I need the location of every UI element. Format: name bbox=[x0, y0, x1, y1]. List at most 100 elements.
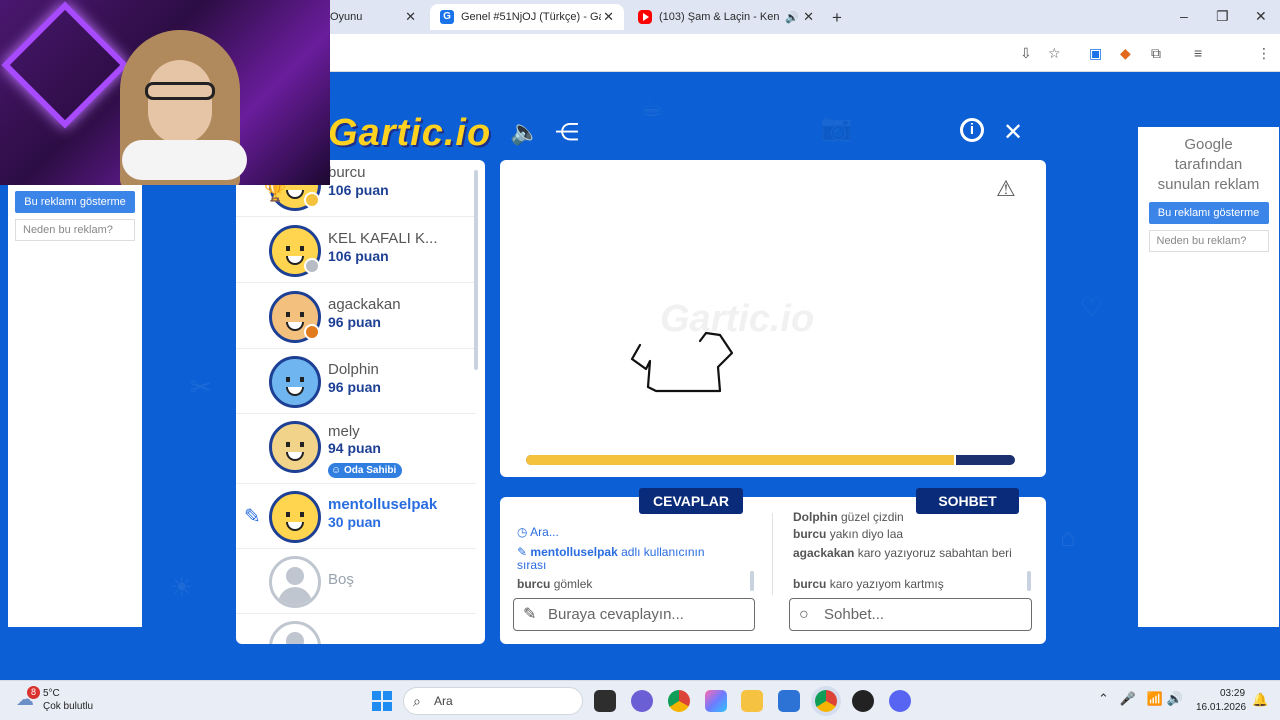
translate-icon[interactable]: ▣ bbox=[1089, 45, 1102, 62]
gartic-logo[interactable]: Gartic.io bbox=[328, 112, 491, 155]
player-name: mentolluselpak bbox=[328, 496, 438, 513]
media-control-icon[interactable]: ≡ bbox=[1194, 45, 1202, 61]
status-badge bbox=[304, 192, 320, 208]
close-tab-icon[interactable]: ✕ bbox=[603, 9, 614, 25]
clock-icon: ◷ bbox=[517, 525, 528, 539]
tab-answers[interactable]: CEVAPLAR bbox=[639, 488, 743, 514]
message-user: burcu bbox=[793, 577, 827, 591]
player-row[interactable]: Boş bbox=[236, 549, 476, 614]
close-window-button[interactable]: ✕ bbox=[1255, 8, 1267, 25]
message-text: Ara... bbox=[530, 525, 559, 539]
answer-message: burcu gömlek bbox=[517, 578, 592, 591]
answers-scrollbar[interactable] bbox=[750, 571, 754, 591]
maximize-button[interactable]: ❐ bbox=[1216, 8, 1229, 25]
player-score: 106 puan bbox=[328, 182, 389, 198]
start-button[interactable] bbox=[372, 691, 392, 711]
task-view-icon[interactable] bbox=[594, 690, 616, 712]
answer-input[interactable]: ✎ Buraya cevaplayın... bbox=[513, 598, 755, 631]
player-name: Boş bbox=[328, 571, 354, 588]
chat-message: Dolphin güzel çizdin bbox=[793, 511, 904, 524]
extension-fox-icon[interactable]: ◆ bbox=[1120, 45, 1131, 62]
report-warning-icon[interactable]: ⚠ bbox=[996, 176, 1016, 202]
pencil-icon: ✎ bbox=[244, 506, 261, 528]
windows-taskbar: ☁ 8 5°C Çok bulutlu ⌕ Ara ⌃ 🎤 📶 🔊 03:29 … bbox=[0, 680, 1280, 720]
trophy-icon: 🏆 bbox=[264, 182, 287, 202]
sound-icon[interactable]: 🔈 bbox=[510, 118, 540, 147]
why-ad-button[interactable]: Neden bu reklam? bbox=[1148, 230, 1269, 252]
player-score: 96 puan bbox=[328, 314, 381, 330]
player-list-scrollbar[interactable] bbox=[474, 170, 478, 370]
answer-message: ✎ mentolluselpak adlı kullanıcının sıras… bbox=[517, 546, 727, 572]
ad-provider-line: sunulan reklam bbox=[1157, 176, 1260, 193]
ad-panel-left: Bu reklamı gösterme Neden bu reklam? bbox=[8, 184, 142, 627]
player-score: 30 puan bbox=[328, 514, 381, 530]
weather-notification-badge: 8 bbox=[27, 686, 40, 699]
tab-chat[interactable]: SOHBET bbox=[916, 488, 1019, 514]
close-icon[interactable]: ✕ bbox=[1003, 118, 1023, 147]
info-icon[interactable]: i bbox=[960, 118, 984, 142]
close-tab-icon[interactable]: ✕ bbox=[803, 9, 814, 25]
weather-temp[interactable]: 5°C bbox=[43, 688, 60, 699]
badge-label: Oda Sahibi bbox=[344, 465, 397, 476]
player-row[interactable]: mely 94 puan ☺ Oda Sahibi bbox=[236, 414, 476, 484]
taskbar-search[interactable]: ⌕ Ara bbox=[403, 687, 583, 715]
player-row[interactable] bbox=[236, 614, 476, 644]
youtube-favicon-icon bbox=[638, 10, 652, 24]
player-row[interactable]: ✎ mentolluselpak 30 puan bbox=[236, 484, 476, 549]
hide-ad-button[interactable]: Bu reklamı gösterme bbox=[1148, 202, 1269, 224]
chrome-icon[interactable] bbox=[668, 690, 690, 712]
install-app-icon[interactable]: ⇩ bbox=[1020, 45, 1032, 62]
chat-message: agackakan karo yazıyoruz sabahtan beri bbox=[793, 547, 1018, 560]
message-text: gömlek bbox=[553, 577, 593, 591]
notification-bell-icon[interactable]: 🔔 bbox=[1252, 692, 1268, 708]
teams-icon[interactable] bbox=[631, 690, 653, 712]
message-text: karo yazıyom kartmış bbox=[829, 577, 944, 591]
new-tab-button[interactable]: + bbox=[832, 8, 842, 28]
avatar bbox=[269, 356, 321, 408]
avatar bbox=[269, 421, 321, 473]
background-doodle-icon: ☀ bbox=[170, 572, 194, 602]
player-row[interactable]: agackakan 96 puan bbox=[236, 284, 476, 349]
close-tab-icon[interactable]: ✕ bbox=[405, 9, 416, 25]
chat-input[interactable]: ○ Sohbet... bbox=[789, 598, 1032, 631]
player-row[interactable]: Dolphin 96 puan bbox=[236, 349, 476, 414]
chat-scrollbar[interactable] bbox=[1027, 571, 1031, 591]
minimize-button[interactable]: – bbox=[1180, 8, 1188, 24]
share-icon[interactable]: ⋲ bbox=[555, 118, 579, 147]
browser-menu-icon[interactable]: ⋮ bbox=[1257, 45, 1271, 62]
pencil-icon: ✎ bbox=[523, 606, 537, 623]
ad-provider-line: tarafından bbox=[1174, 156, 1243, 173]
store-icon[interactable] bbox=[778, 690, 800, 712]
discord-icon[interactable] bbox=[889, 690, 911, 712]
player-name: burcu bbox=[328, 164, 366, 181]
hide-ad-button[interactable]: Bu reklamı gösterme bbox=[15, 191, 135, 213]
room-owner-badge: ☺ Oda Sahibi bbox=[328, 463, 403, 478]
clock-time[interactable]: 03:29 bbox=[1220, 688, 1245, 699]
round-timer-bar bbox=[526, 455, 1015, 465]
tab-title: (103) Şam & Laçin - Kendin bbox=[659, 11, 779, 23]
browser-tab[interactable]: Oyunu ✕ bbox=[320, 4, 426, 30]
speaker-icon[interactable]: 🔊 bbox=[785, 11, 799, 24]
player-row[interactable]: KEL KAFALI K... 106 puan bbox=[236, 218, 476, 283]
gartic-favicon-icon: G bbox=[440, 10, 454, 24]
empty-avatar bbox=[269, 621, 321, 644]
message-user: agackakan bbox=[793, 546, 855, 560]
why-ad-button[interactable]: Neden bu reklam? bbox=[15, 219, 135, 241]
browser-tab-active[interactable]: G Genel #51NjOJ (Türkçe) - Gartic ✕ bbox=[430, 4, 624, 30]
webcam-overlay bbox=[0, 0, 330, 185]
browser-tab[interactable]: (103) Şam & Laçin - Kendin 🔊 ✕ bbox=[628, 4, 824, 30]
file-explorer-icon[interactable] bbox=[741, 690, 763, 712]
ad-provider-text: Google tarafından sunulan reklam bbox=[1138, 127, 1279, 195]
extensions-puzzle-icon[interactable]: ⧉ bbox=[1151, 45, 1161, 62]
weather-desc[interactable]: Çok bulutlu bbox=[43, 701, 93, 712]
panel-divider bbox=[772, 513, 773, 595]
chrome-active-icon[interactable] bbox=[815, 690, 837, 712]
system-tray[interactable]: ⌃ 🎤 📶 🔊 bbox=[1098, 691, 1183, 707]
obs-icon[interactable] bbox=[852, 690, 874, 712]
player-score: 94 puan bbox=[328, 440, 381, 456]
bookmark-star-icon[interactable]: ☆ bbox=[1048, 45, 1061, 62]
clock-date[interactable]: 16.01.2026 bbox=[1196, 702, 1246, 713]
copilot-icon[interactable] bbox=[705, 690, 727, 712]
neon-light bbox=[1, 1, 129, 129]
ad-panel-right: Google tarafından sunulan reklam Bu rekl… bbox=[1138, 127, 1279, 627]
